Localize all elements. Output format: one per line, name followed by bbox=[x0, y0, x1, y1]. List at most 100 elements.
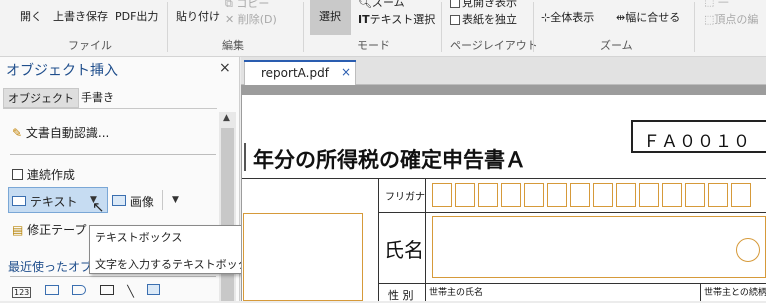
tab-handwriting[interactable]: 手書き bbox=[77, 88, 118, 108]
fit-page-label: 全体表示 bbox=[550, 11, 595, 24]
textbox-icon bbox=[12, 196, 26, 206]
group-divider bbox=[533, 2, 534, 52]
group-divider bbox=[441, 2, 442, 52]
close-icon[interactable]: × bbox=[219, 60, 231, 76]
zoom-mode-label: ズーム bbox=[371, 0, 405, 9]
delete-label: 削除(D) bbox=[237, 13, 277, 26]
form-title: 年分の所得税の確定申告書Ａ bbox=[253, 148, 526, 172]
fit-width-button[interactable]: ⇹幅に合せる bbox=[616, 9, 680, 25]
auto-recognize-label: 文書自動認識... bbox=[25, 126, 110, 140]
title-bar-mark bbox=[244, 143, 246, 171]
separate-cover-button[interactable]: 表紙を独立 bbox=[450, 11, 517, 27]
tab-close-icon[interactable]: × bbox=[341, 65, 351, 79]
pdf-export-button[interactable]: PDF出力 bbox=[115, 8, 158, 24]
name-label: 氏名 bbox=[384, 238, 424, 262]
text-button-content: テキスト bbox=[12, 193, 77, 210]
furigana-cell[interactable] bbox=[501, 183, 521, 207]
furigana-cell[interactable] bbox=[547, 183, 567, 207]
form-code: ＦＡ００１０ bbox=[643, 132, 751, 152]
pane-title: オブジェクト挿入 bbox=[6, 63, 118, 79]
divider bbox=[162, 190, 163, 210]
scroll-up-icon[interactable]: ▲ bbox=[223, 113, 230, 123]
copy-icon: ⧉ bbox=[225, 0, 233, 10]
paste-button[interactable]: 貼り付け bbox=[176, 8, 220, 24]
delete-button[interactable]: ✕ 削除(D) bbox=[225, 11, 277, 27]
vertex-tool-button[interactable]: ⬚ — bbox=[704, 0, 729, 8]
vertex-edit-button[interactable]: ⬚頂点の編 bbox=[704, 11, 758, 27]
edit-group-label: 編集 bbox=[222, 39, 244, 52]
tag-shape-icon[interactable] bbox=[72, 285, 87, 295]
overwrite-save-button[interactable]: 上書き保存 bbox=[53, 8, 108, 24]
form-rule bbox=[700, 283, 701, 301]
householder-name-label: 世帯主の氏名 bbox=[429, 288, 484, 298]
furigana-cell[interactable] bbox=[662, 183, 682, 207]
vertex-edit-icon: ⬚ bbox=[704, 13, 715, 26]
spread-view-button[interactable]: 見開き表示 bbox=[450, 0, 517, 10]
furigana-label: フリガナ bbox=[385, 192, 425, 203]
text-button-label: テキスト bbox=[29, 195, 78, 209]
fit-page-button[interactable]: ⊹全体表示 bbox=[541, 9, 594, 25]
correction-tape-icon: ▤ bbox=[12, 223, 24, 237]
correction-tape-button[interactable]: ▤ 修正テープ bbox=[12, 221, 86, 238]
magnifier-icon: 🔍︎ bbox=[358, 0, 372, 9]
furigana-cell[interactable] bbox=[593, 183, 613, 207]
auto-recognize-button[interactable]: ✎ 文書自動認識... bbox=[12, 124, 109, 141]
furigana-cell[interactable] bbox=[478, 183, 498, 207]
divider bbox=[10, 276, 216, 277]
furigana-cell[interactable] bbox=[570, 183, 590, 207]
furigana-cell[interactable] bbox=[708, 183, 728, 207]
active-tab-indicator bbox=[244, 60, 356, 62]
divider bbox=[10, 154, 216, 155]
text-cursor-icon: IT bbox=[358, 13, 370, 26]
text-select-button[interactable]: ITテキスト選択 bbox=[358, 11, 435, 27]
copy-label: コピー bbox=[236, 0, 270, 10]
recent-objects-row: 123 ╲ bbox=[12, 284, 161, 298]
delete-icon: ✕ bbox=[225, 13, 235, 26]
image-button[interactable]: 画像 bbox=[112, 193, 154, 210]
furigana-cell[interactable] bbox=[685, 183, 705, 207]
image-dropdown-chevron-icon[interactable]: ▼ bbox=[172, 195, 179, 205]
address-field-box[interactable] bbox=[243, 213, 363, 301]
seal-circle bbox=[736, 238, 760, 262]
furigana-cell[interactable] bbox=[524, 183, 544, 207]
zoom-group-label: ズーム bbox=[600, 39, 633, 52]
fit-width-icon: ⇹ bbox=[616, 11, 626, 24]
group-divider bbox=[303, 2, 304, 52]
group-divider bbox=[167, 2, 168, 52]
name-field-box[interactable] bbox=[432, 216, 766, 278]
image-icon[interactable] bbox=[147, 284, 161, 295]
continuous-create-label: 連続作成 bbox=[26, 168, 75, 182]
document-tab[interactable]: reportA.pdf × bbox=[244, 60, 356, 85]
line-icon[interactable]: ╲ bbox=[127, 285, 134, 298]
group-divider bbox=[694, 2, 695, 52]
furigana-input-cells[interactable] bbox=[432, 183, 766, 209]
cover-icon bbox=[450, 15, 460, 25]
magic-wand-icon: ✎ bbox=[12, 126, 23, 140]
form-rule bbox=[378, 283, 766, 284]
continuous-create-checkbox[interactable]: 連続作成 bbox=[12, 166, 75, 183]
form-rule bbox=[378, 212, 766, 213]
rectangle-icon[interactable] bbox=[99, 285, 114, 295]
furigana-cell[interactable] bbox=[639, 183, 659, 207]
furigana-cell[interactable] bbox=[616, 183, 636, 207]
zoom-mode-button[interactable]: 🔍︎ズーム bbox=[358, 0, 405, 10]
checkbox-icon bbox=[12, 169, 23, 180]
layout-group-label: ページレイアウト bbox=[450, 39, 538, 52]
fit-page-icon: ⊹ bbox=[541, 11, 551, 24]
copy-button[interactable]: ⧉ コピー bbox=[225, 0, 269, 11]
select-mode-label: 選択 bbox=[319, 10, 341, 23]
spread-icon bbox=[450, 0, 460, 8]
mouse-cursor-icon: ↖ bbox=[92, 198, 105, 216]
textbox-icon[interactable] bbox=[44, 285, 59, 295]
furigana-cell[interactable] bbox=[731, 183, 751, 207]
mode-group-label: モード bbox=[357, 39, 390, 52]
tab-underline bbox=[3, 108, 217, 109]
furigana-cell[interactable] bbox=[432, 183, 452, 207]
numeric-field-icon[interactable]: 123 bbox=[12, 287, 32, 298]
vertex-edit-label: 頂点の編 bbox=[714, 13, 759, 26]
furigana-cell[interactable] bbox=[455, 183, 475, 207]
fit-width-label: 幅に合せる bbox=[625, 11, 681, 24]
scrollbar-thumb[interactable] bbox=[221, 128, 234, 301]
open-button[interactable]: 開く bbox=[20, 8, 42, 24]
tab-object[interactable]: オブジェクト bbox=[3, 88, 79, 108]
